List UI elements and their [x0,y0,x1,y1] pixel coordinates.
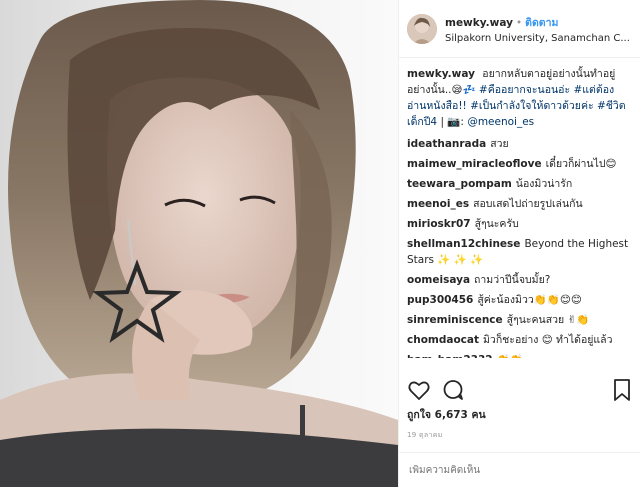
comment-username[interactable]: teewara_pompam [407,178,512,190]
header-username[interactable]: mewky.way [445,17,513,29]
comment-text: สู้ค่ะน้องมิวว👏👏😊😊 [477,294,582,306]
comment-text: มิวก็ชะอย่าง 😊 ทำได้อยู่แล้ว [483,334,613,346]
action-bar [407,378,475,402]
comment-username[interactable]: mirioskr07 [407,218,471,230]
comment-text: สู้ๆนะครับ [474,218,519,230]
comment-username[interactable]: shellman12chinese [407,238,520,250]
avatar[interactable] [407,13,437,44]
comment-username[interactable]: pup300456 [407,294,473,306]
comment: bam_bam2332 👏👏 [407,352,632,358]
bookmark-icon[interactable] [612,378,632,402]
comment-username[interactable]: meenoi_es [407,198,469,210]
add-comment-section [399,452,640,487]
post-photo[interactable] [0,0,398,487]
caption-username[interactable]: mewky.way [407,68,475,80]
mention-link[interactable]: @meenoi_es [467,116,534,128]
hashtag-link[interactable]: #เป็นกำลังใจให้ดาวด้วยค่ะ [470,100,594,112]
heart-icon[interactable] [407,378,431,402]
comment-text: เดี๋ยวก็ผ่านไป😊 [545,158,617,170]
comment: pup300456 สู้ค่ะน้องมิวว👏👏😊😊 [407,292,632,308]
comment-username[interactable]: oomeisaya [407,274,470,286]
post-header: mewky.way • ติดตาม Silpakorn University, S… [399,0,640,58]
comment: ideathanrada สวย [407,136,632,152]
comment-text: สอบเสดไปถ่ายรูปเล่นกัน [473,198,583,210]
comment: meenoi_es สอบเสดไปถ่ายรูปเล่นกัน [407,196,632,212]
caption-text-2: | 📷: [440,116,464,128]
follow-button[interactable]: ติดตาม [525,17,558,29]
comment-username[interactable]: ideathanrada [407,138,486,150]
location-link[interactable]: Silpakorn University, Sanamchan C... [445,33,640,44]
portrait-image [0,0,398,487]
comment-username[interactable]: maimew_miracleoflove [407,158,542,170]
post-caption: mewky.way อยากหลับตาอยู่อย่างนั้นทำอยู่อ… [407,66,632,130]
comment-text: ถามว่าปีนี้จบมั้ย? [474,274,551,286]
comment: mirioskr07 สู้ๆนะครับ [407,216,632,232]
comment-input[interactable] [407,463,632,477]
comment-text: สวย [490,138,509,150]
comment-username[interactable]: bam_bam2332 [407,354,493,358]
post-date[interactable]: 19 ตุลาคม [407,430,443,441]
separator-dot: • [515,16,523,29]
post-side-panel: mewky.way • ติดตาม Silpakorn University, S… [398,0,640,487]
comment: oomeisaya ถามว่าปีนี้จบมั้ย? [407,272,632,288]
comment-text: สู้ๆนะคนสวย ✌👏 [506,314,590,326]
comment-username[interactable]: sinreminiscence [407,314,503,326]
comment: shellman12chinese Beyond the Highest Star… [407,236,632,268]
hashtag-link[interactable]: #คืออยากจะนอนอ่ะ [479,84,570,96]
likes-count[interactable]: ถูกใจ 6,673 คน [407,406,486,423]
instagram-post: mewky.way • ติดตาม Silpakorn University, S… [0,0,640,487]
comments-list: mewky.way อยากหลับตาอยู่อย่างนั้นทำอยู่อ… [399,58,640,358]
comment: sinreminiscence สู้ๆนะคนสวย ✌👏 [407,312,632,328]
comment: teewara_pompam น้องมิวน่ารัก [407,176,632,192]
comment: chomdaocat มิวก็ชะอย่าง 😊 ทำได้อยู่แล้ว [407,332,632,348]
comment-text: 👏👏 [497,354,523,358]
comment-username[interactable]: chomdaocat [407,334,479,346]
comment-icon[interactable] [441,378,465,402]
comment: maimew_miracleoflove เดี๋ยวก็ผ่านไป😊 [407,156,632,172]
comment-text: น้องมิวน่ารัก [515,178,573,190]
